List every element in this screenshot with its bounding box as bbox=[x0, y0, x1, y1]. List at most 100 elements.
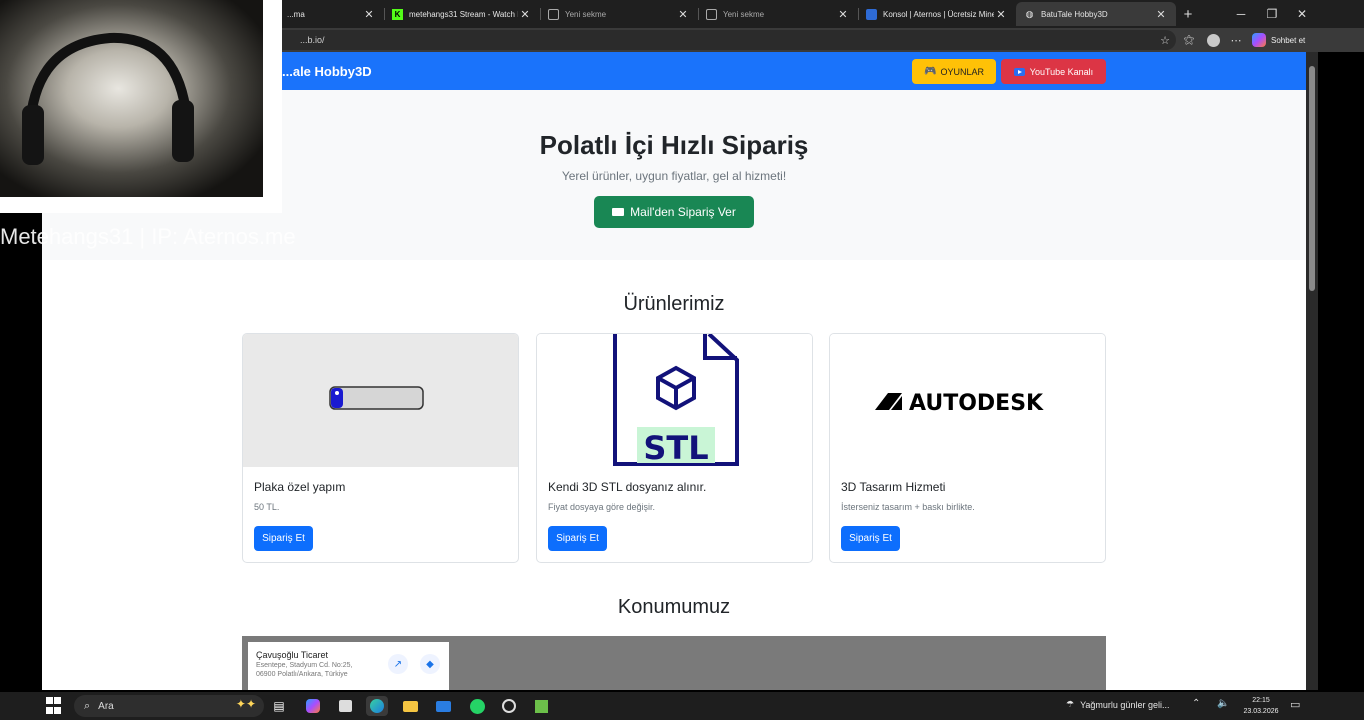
sparkle-icon: ✦✦ bbox=[235, 697, 256, 711]
webcam-feed bbox=[0, 0, 263, 197]
stream-caption: Metehangs31 | IP: Aternos.me bbox=[0, 224, 296, 249]
gamepad-icon: 🎮 bbox=[924, 66, 937, 77]
aternos-icon bbox=[866, 8, 877, 20]
autodesk-image: AUTODESK bbox=[830, 334, 1105, 467]
product-card-plate: Plaka özel yapım 50 TL. Sipariş Et bbox=[242, 333, 519, 563]
search-icon: ⌕ bbox=[84, 699, 91, 712]
product-title: 3D Tasarım Hizmeti bbox=[841, 480, 946, 494]
scrollbar-thumb[interactable] bbox=[1309, 66, 1315, 291]
minimize-icon[interactable]: ─ bbox=[1226, 3, 1256, 25]
order-button[interactable]: Sipariş Et bbox=[548, 526, 607, 551]
tab-title: Yeni sekme bbox=[565, 9, 607, 19]
place-name[interactable]: Çavuşoğlu Ticaret bbox=[256, 650, 441, 660]
collections-icon[interactable]: ⚝ bbox=[1181, 32, 1197, 48]
close-icon[interactable]: ✕ bbox=[994, 8, 1008, 21]
minecraft-icon[interactable] bbox=[530, 696, 552, 716]
clock-time: 22:15 bbox=[1252, 697, 1270, 704]
kick-icon: K bbox=[392, 8, 403, 20]
file-explorer-icon[interactable] bbox=[399, 696, 421, 716]
address-bar[interactable]: ...b.io/ bbox=[262, 30, 1176, 50]
close-icon[interactable]: ✕ bbox=[676, 8, 690, 21]
url-text: ...b.io/ bbox=[300, 35, 325, 45]
mail-order-button[interactable]: Mail'den Sipariş Ver bbox=[594, 196, 754, 228]
close-icon[interactable]: ✕ bbox=[518, 8, 532, 21]
task-view-icon[interactable]: ▤ bbox=[268, 696, 290, 716]
place-address-line1: Esentepe, Stadyum Cd. No:25, bbox=[256, 662, 353, 669]
copilot-label: Sohbet et bbox=[1271, 35, 1306, 45]
location-heading: Konumumuz bbox=[617, 596, 731, 618]
close-window-icon[interactable]: ✕ bbox=[1287, 3, 1317, 25]
plate-image bbox=[243, 334, 518, 467]
games-button[interactable]: 🎮 OYUNLAR bbox=[912, 59, 996, 84]
autodesk-wordmark: AUTODESK bbox=[909, 391, 1044, 416]
page-icon bbox=[548, 8, 559, 20]
webcam-overlay bbox=[0, 0, 282, 213]
license-plate-icon bbox=[329, 386, 424, 410]
stl-file-icon: STL bbox=[613, 334, 739, 467]
volume-icon[interactable]: 🔈 bbox=[1217, 698, 1229, 709]
product-card-stl: STL Kendi 3D STL dosyanız alınır. Fiyat … bbox=[536, 333, 813, 563]
stl-file-image: STL bbox=[537, 334, 812, 467]
tab-title: ...ma bbox=[287, 9, 305, 19]
tab-title: Yeni sekme bbox=[723, 9, 765, 19]
tab-batutale[interactable]: ◍ BatuTale Hobby3D ✕ bbox=[1016, 2, 1176, 26]
mail-app-icon[interactable] bbox=[432, 696, 454, 716]
taskbar-search[interactable]: ⌕ Ara ✦✦ bbox=[74, 695, 264, 717]
notification-icon[interactable]: ▭ bbox=[1290, 698, 1300, 711]
map-place-card: Çavuşoğlu Ticaret Esentepe, Stadyum Cd. … bbox=[248, 642, 449, 690]
search-placeholder: Ara bbox=[98, 700, 114, 712]
profile-avatar-icon[interactable] bbox=[1205, 32, 1221, 48]
globe-icon: ◍ bbox=[1025, 8, 1034, 19]
system-tray[interactable]: ⌃ 🔈 bbox=[1192, 698, 1230, 709]
page-icon bbox=[706, 8, 717, 20]
play-icon bbox=[1013, 67, 1025, 76]
youtube-label: YouTube Kanalı bbox=[1029, 66, 1094, 77]
tab-new-tab-2[interactable]: Yeni sekme ✕ bbox=[698, 2, 858, 26]
tab-new-tab-1[interactable]: Yeni sekme ✕ bbox=[540, 2, 698, 26]
mail-order-label: Mail'den Sipariş Ver bbox=[630, 205, 736, 219]
windows-start-icon[interactable] bbox=[46, 697, 66, 715]
more-options-icon[interactable]: ⋯ bbox=[1228, 32, 1244, 48]
product-title: Kendi 3D STL dosyanız alınır. bbox=[548, 480, 707, 494]
maximize-icon[interactable]: ❐ bbox=[1257, 3, 1287, 25]
copilot-chat-button[interactable]: Sohbet et bbox=[1252, 31, 1305, 49]
open-external-icon[interactable]: ↗ bbox=[388, 654, 408, 674]
products-heading: Ürünlerimiz bbox=[623, 293, 725, 315]
close-icon[interactable]: ✕ bbox=[1154, 8, 1168, 21]
product-title: Plaka özel yapım bbox=[254, 480, 346, 494]
embedded-map[interactable]: Çavuşoğlu Ticaret Esentepe, Stadyum Cd. … bbox=[242, 636, 1106, 690]
product-card-design: AUTODESK 3D Tasarım Hizmeti İsterseniz t… bbox=[829, 333, 1106, 563]
weather-widget[interactable]: ☂ Yağmurlu günler geli... bbox=[1066, 699, 1169, 710]
copilot-app-icon[interactable] bbox=[302, 696, 324, 716]
taskbar-clock[interactable]: 22:15 23.03.2026 bbox=[1240, 695, 1282, 717]
store-icon[interactable] bbox=[334, 696, 356, 716]
envelope-icon bbox=[612, 208, 625, 216]
youtube-channel-button[interactable]: YouTube Kanalı bbox=[1001, 59, 1106, 84]
product-price: İsterseniz tasarım + baskı birlikte. bbox=[841, 502, 975, 512]
tab-aternos[interactable]: Konsol | Aternos | Ücretsiz Minecraft ✕ bbox=[858, 2, 1016, 26]
new-tab-button[interactable]: + bbox=[1173, 3, 1203, 25]
site-brand[interactable]: ...ale Hobby3D bbox=[282, 64, 372, 79]
autodesk-logo-icon: AUTODESK bbox=[875, 391, 1044, 416]
chevron-up-icon[interactable]: ⌃ bbox=[1192, 698, 1200, 709]
whatsapp-icon[interactable] bbox=[466, 696, 488, 716]
games-label: OYUNLAR bbox=[940, 66, 984, 77]
rain-cloud-icon: ☂ bbox=[1066, 699, 1075, 709]
place-address-line2: 06900 Polatlı/Ankara, Türkiye bbox=[256, 671, 348, 678]
page-scrollbar[interactable] bbox=[1306, 52, 1318, 690]
close-icon[interactable]: ✕ bbox=[836, 8, 850, 21]
edge-browser-icon[interactable] bbox=[366, 696, 388, 716]
favorite-star-icon[interactable]: ☆ bbox=[1157, 32, 1173, 48]
headphones-icon bbox=[22, 32, 194, 165]
order-button[interactable]: Sipariş Et bbox=[254, 526, 313, 551]
product-price: 50 TL. bbox=[254, 502, 280, 512]
screen: ...ma ✕ K metehangs31 Stream - Watch Liv… bbox=[0, 0, 1364, 720]
tab-kick-stream[interactable]: K metehangs31 Stream - Watch Live ✕ bbox=[384, 2, 540, 26]
close-icon[interactable]: ✕ bbox=[362, 8, 376, 21]
directions-icon[interactable]: ◆ bbox=[420, 654, 440, 674]
tab-title: BatuTale Hobby3D bbox=[1041, 9, 1108, 19]
tab-title: Konsol | Aternos | Ücretsiz Minecraft bbox=[883, 9, 994, 19]
product-price: Fiyat dosyaya göre değişir. bbox=[548, 502, 656, 512]
app-icon[interactable] bbox=[498, 696, 520, 716]
order-button[interactable]: Sipariş Et bbox=[841, 526, 900, 551]
